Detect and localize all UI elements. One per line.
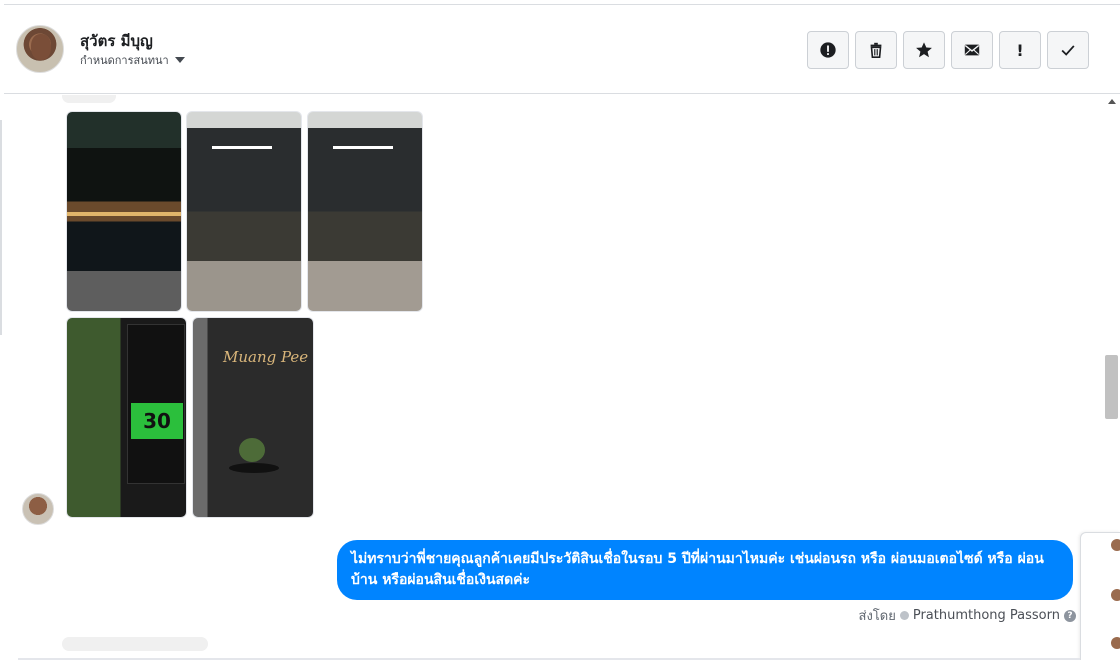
conversation-header: สุวัตร มีบุญ กำหนดการสนทนา ! (4, 4, 1120, 94)
avatar[interactable] (1111, 637, 1120, 649)
contact-name[interactable]: สุวัตร มีบุญ (80, 29, 153, 53)
verified-icon (899, 611, 909, 620)
attached-photo[interactable]: Muang Pee (192, 317, 314, 518)
conversation-settings-label: กำหนดการสนทนา (80, 54, 169, 67)
photo-detail (333, 146, 393, 149)
photo-price-text: 30 (131, 403, 183, 439)
sent-by-label: ส่งโดย (858, 609, 896, 624)
divider (0, 120, 2, 335)
star-button[interactable] (903, 31, 945, 69)
checkmark-icon (1061, 45, 1075, 56)
attached-photo[interactable] (66, 111, 182, 312)
photo-detail (239, 438, 265, 462)
outgoing-message[interactable]: ไม่ทราบว่าพี่ชายคุณลูกค้าเคยมีประวัติสิน… (337, 540, 1073, 600)
message-thread[interactable]: 30 Muang Pee ไม่ทราบว่าพี่ชายคุณลูกค้าเค… (4, 95, 1103, 660)
photo-detail (67, 212, 181, 216)
avatar[interactable] (16, 25, 64, 73)
star-icon (916, 42, 932, 58)
attached-photo[interactable]: 30 (66, 317, 187, 518)
scroll-up-icon[interactable] (1108, 99, 1116, 104)
sent-by-name[interactable]: Prathumthong Passorn (913, 608, 1060, 623)
scrollbar-thumb[interactable] (1105, 355, 1118, 419)
side-panel (1080, 532, 1120, 660)
caret-down-icon (174, 57, 185, 63)
sender-avatar[interactable] (22, 493, 54, 525)
avatar[interactable] (1111, 539, 1120, 551)
mark-done-button[interactable] (1047, 31, 1089, 69)
attached-photo[interactable] (186, 111, 302, 312)
envelope-icon (964, 44, 980, 56)
mark-important-button[interactable]: ! (999, 31, 1041, 69)
photo-neon-text: Muang Pee (223, 348, 309, 366)
exclamation-icon: ! (1016, 40, 1024, 60)
header-actions: ! (807, 31, 1089, 69)
avatar[interactable] (1111, 589, 1120, 601)
sent-by-line: ส่งโดย Prathumthong Passorn ? (859, 605, 1076, 626)
photo-detail (229, 463, 279, 473)
conversation-settings-dropdown[interactable]: กำหนดการสนทนา (80, 51, 185, 69)
mark-spam-button[interactable] (807, 31, 849, 69)
photo-detail (212, 146, 272, 149)
conversation-window: สุวัตร มีบุญ กำหนดการสนทนา ! 30 Muang Pe… (0, 0, 1120, 660)
mark-unread-button[interactable] (951, 31, 993, 69)
message-bubble-partial (62, 95, 116, 103)
delete-button[interactable] (855, 31, 897, 69)
attached-photo[interactable] (307, 111, 423, 312)
alert-circle-icon (820, 42, 836, 58)
trash-icon (870, 42, 882, 59)
help-icon[interactable]: ? (1064, 609, 1076, 622)
message-bubble-partial (62, 637, 208, 651)
